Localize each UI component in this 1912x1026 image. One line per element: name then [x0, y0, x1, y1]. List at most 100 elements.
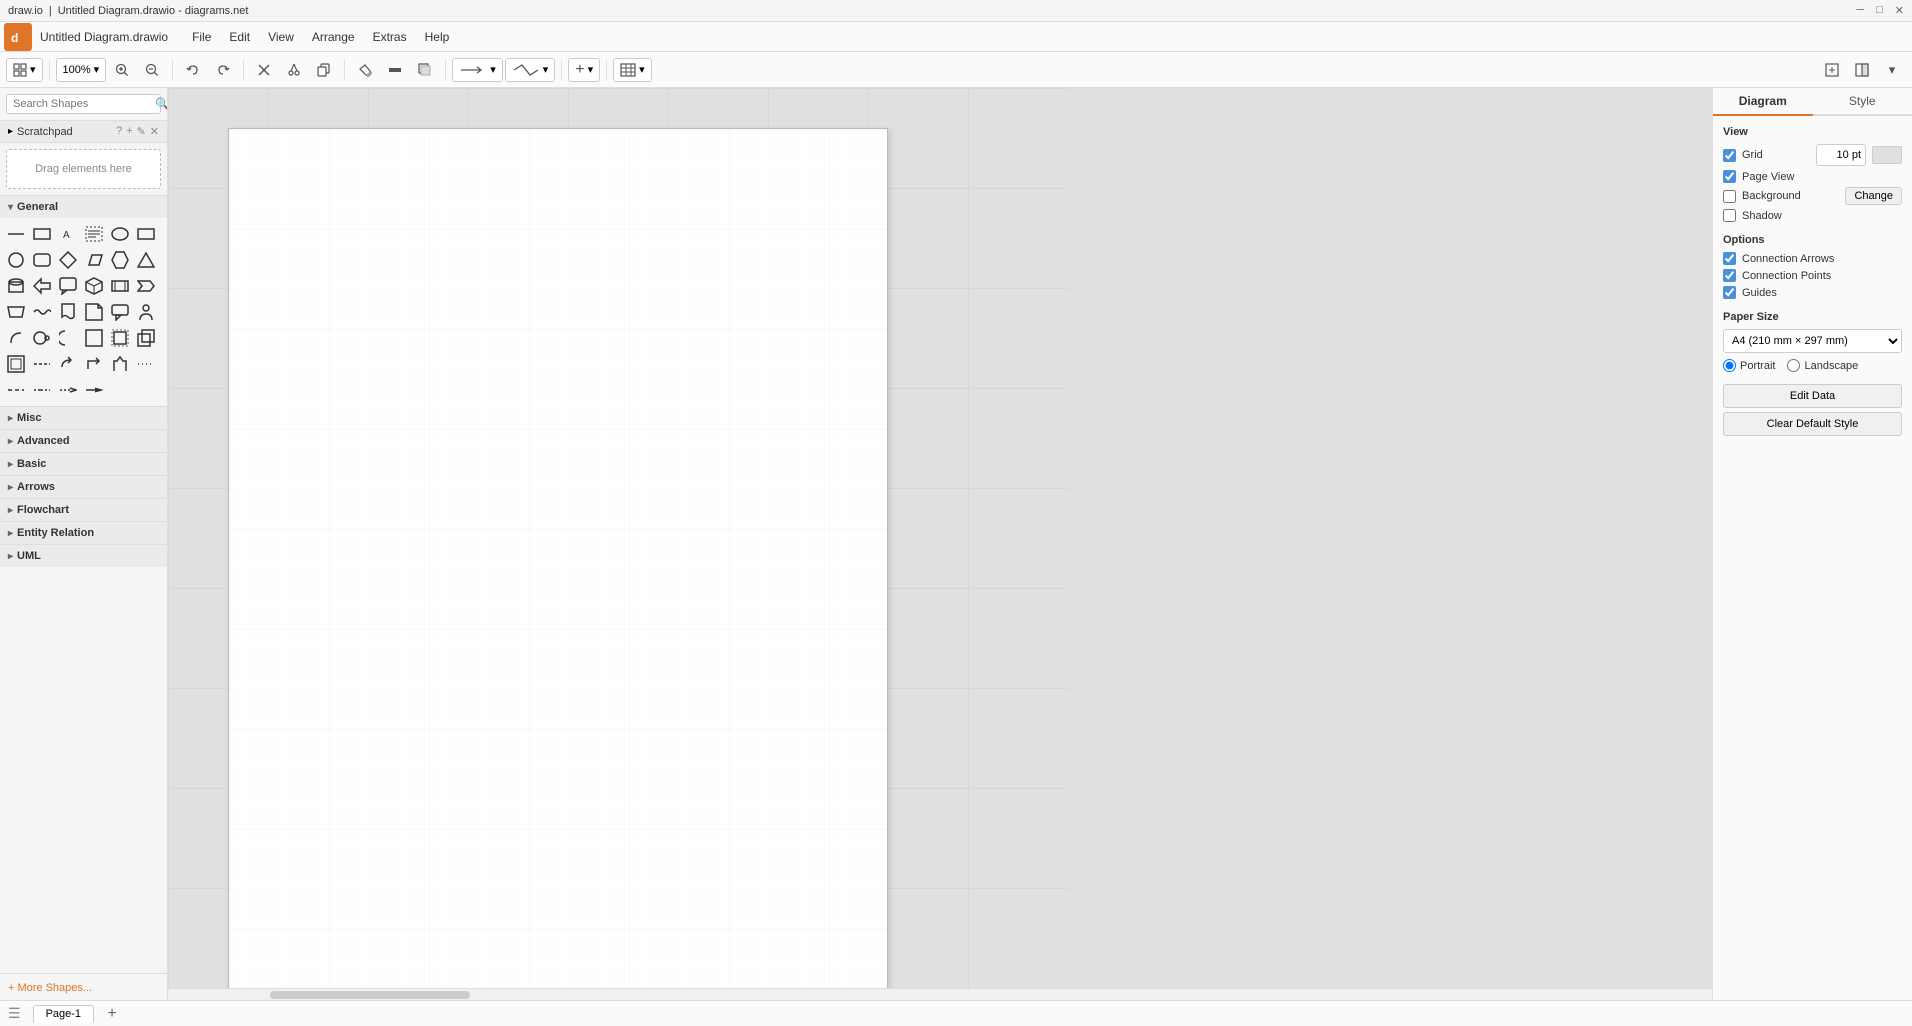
- shape-crescent[interactable]: [56, 326, 80, 350]
- shape-ellipse[interactable]: [108, 222, 132, 246]
- tab-style[interactable]: Style: [1813, 88, 1912, 116]
- more-shapes-link[interactable]: + More Shapes...: [8, 982, 92, 994]
- waypoint-dropdown[interactable]: ▾: [505, 58, 556, 82]
- change-background-button[interactable]: Change: [1845, 187, 1902, 205]
- format-fill-button[interactable]: [351, 57, 379, 83]
- scratchpad-close[interactable]: ✕: [150, 125, 159, 138]
- category-entity-relation-header[interactable]: ▸ Entity Relation: [0, 522, 167, 544]
- scratchpad-edit[interactable]: ✎: [137, 125, 146, 138]
- shape-trapezoid[interactable]: [4, 300, 28, 324]
- shape-note[interactable]: [82, 300, 106, 324]
- shape-arc[interactable]: [4, 326, 28, 350]
- search-icon[interactable]: 🔍: [155, 97, 168, 111]
- guides-checkbox[interactable]: [1723, 286, 1736, 299]
- collapse-panel-button[interactable]: ▾: [1878, 57, 1906, 83]
- minimize-button[interactable]: ─: [1856, 4, 1864, 17]
- connection-arrows-checkbox[interactable]: [1723, 252, 1736, 265]
- shape-wave[interactable]: [30, 300, 54, 324]
- shape-square2[interactable]: [108, 326, 132, 350]
- shape-arrow-left[interactable]: [30, 274, 54, 298]
- maximize-button[interactable]: □: [1876, 4, 1883, 17]
- tab-diagram[interactable]: Diagram: [1713, 88, 1813, 116]
- category-misc-header[interactable]: ▸ Misc: [0, 407, 167, 429]
- zoom-out-button[interactable]: [138, 57, 166, 83]
- shape-square3[interactable]: [134, 326, 158, 350]
- shape-dashed-line2[interactable]: [4, 378, 28, 402]
- category-advanced-header[interactable]: ▸ Advanced: [0, 430, 167, 452]
- category-basic-header[interactable]: ▸ Basic: [0, 453, 167, 475]
- grid-value-input[interactable]: [1816, 144, 1866, 166]
- page-view-checkbox[interactable]: [1723, 170, 1736, 183]
- format-panel-button[interactable]: [1848, 57, 1876, 83]
- shape-diamond[interactable]: [56, 248, 80, 272]
- connection-points-checkbox[interactable]: [1723, 269, 1736, 282]
- shape-elbow-arrow[interactable]: [82, 352, 106, 376]
- insert-dropdown[interactable]: + ▾: [568, 58, 600, 82]
- search-input[interactable]: [13, 98, 155, 110]
- table-dropdown[interactable]: ▾: [613, 58, 652, 82]
- landscape-radio[interactable]: [1787, 359, 1800, 372]
- clear-default-style-button[interactable]: Clear Default Style: [1723, 412, 1902, 436]
- shape-circle-outline[interactable]: [30, 326, 54, 350]
- grid-color-swatch[interactable]: [1872, 146, 1902, 164]
- landscape-label[interactable]: Landscape: [1787, 359, 1858, 372]
- shape-circle[interactable]: [4, 248, 28, 272]
- shape-dotted-line2[interactable]: [30, 378, 54, 402]
- shape-arrow-end[interactable]: [82, 378, 106, 402]
- shape-dashed-arrow[interactable]: [56, 378, 80, 402]
- shape-text[interactable]: A: [56, 222, 80, 246]
- shape-rect-rounded[interactable]: [30, 248, 54, 272]
- shape-dotted-line[interactable]: [134, 352, 158, 376]
- shape-parallelogram[interactable]: [82, 248, 106, 272]
- category-arrows-header[interactable]: ▸ Arrows: [0, 476, 167, 498]
- close-button[interactable]: ✕: [1895, 4, 1904, 17]
- edit-data-button[interactable]: Edit Data: [1723, 384, 1902, 408]
- shape-process[interactable]: [108, 274, 132, 298]
- shape-rect-outline[interactable]: [30, 222, 54, 246]
- scratchpad-add[interactable]: +: [126, 125, 132, 138]
- scratchpad-help[interactable]: ?: [116, 125, 122, 138]
- redo-button[interactable]: [209, 57, 237, 83]
- page-menu-button[interactable]: ☰: [8, 1005, 21, 1022]
- h-scrollbar-thumb[interactable]: [270, 991, 470, 999]
- copy-button[interactable]: [310, 57, 338, 83]
- zoom-in-button[interactable]: [108, 57, 136, 83]
- shape-frame[interactable]: [4, 352, 28, 376]
- shape-callout[interactable]: [56, 274, 80, 298]
- delete-button[interactable]: [250, 57, 278, 83]
- grid-checkbox[interactable]: [1723, 149, 1736, 162]
- zoom-dropdown[interactable]: 100% ▾: [56, 58, 107, 82]
- shape-line[interactable]: [4, 222, 28, 246]
- canvas-wrapper[interactable]: [168, 88, 1712, 1000]
- category-flowchart-header[interactable]: ▸ Flowchart: [0, 499, 167, 521]
- shape-cylinder[interactable]: [4, 274, 28, 298]
- shape-rect-filled[interactable]: [134, 222, 158, 246]
- shape-square-outline[interactable]: [82, 326, 106, 350]
- category-uml-header[interactable]: ▸ UML: [0, 545, 167, 567]
- format-shadow-button[interactable]: [411, 57, 439, 83]
- menu-file[interactable]: File: [184, 26, 219, 48]
- shape-chevron[interactable]: [134, 274, 158, 298]
- undo-button[interactable]: [179, 57, 207, 83]
- shape-person[interactable]: [134, 300, 158, 324]
- shape-dashed-line[interactable]: [30, 352, 54, 376]
- shadow-checkbox[interactable]: [1723, 209, 1736, 222]
- canvas-page[interactable]: [228, 128, 888, 1000]
- add-page-button[interactable]: +: [102, 1004, 122, 1024]
- cut-button[interactable]: [280, 57, 308, 83]
- h-scrollbar[interactable]: [168, 988, 1712, 1000]
- menu-extras[interactable]: Extras: [365, 26, 415, 48]
- category-general-header[interactable]: ▾ General: [0, 196, 167, 218]
- shape-doc[interactable]: [56, 300, 80, 324]
- shape-text-block[interactable]: [82, 222, 106, 246]
- menu-view[interactable]: View: [260, 26, 302, 48]
- view-dropdown[interactable]: ▾: [6, 58, 43, 82]
- menu-arrange[interactable]: Arrange: [304, 26, 363, 48]
- shape-cube[interactable]: [82, 274, 106, 298]
- background-checkbox[interactable]: [1723, 190, 1736, 203]
- shape-hexagon[interactable]: [108, 248, 132, 272]
- shape-curved-arrow[interactable]: [56, 352, 80, 376]
- shape-triangle[interactable]: [134, 248, 158, 272]
- page-tab[interactable]: Page-1: [33, 1005, 94, 1023]
- shape-callout2[interactable]: [108, 300, 132, 324]
